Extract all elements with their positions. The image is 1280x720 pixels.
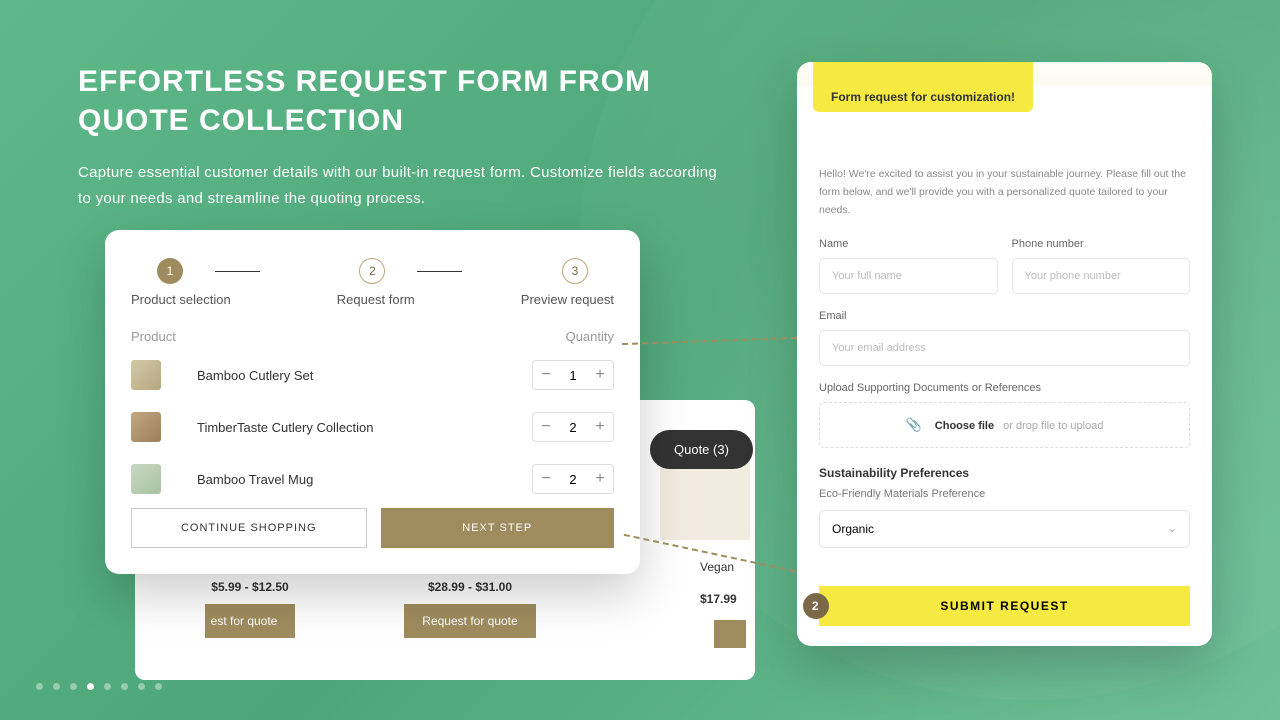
- step-badge: 2: [803, 593, 829, 619]
- product-name: Bamboo Travel Mug: [197, 472, 532, 487]
- name-input[interactable]: [819, 258, 998, 294]
- step-line: [215, 271, 260, 272]
- request-quote-button[interactable]: [714, 620, 746, 648]
- step-3-circle[interactable]: 3: [562, 258, 588, 284]
- carousel-dot[interactable]: [87, 683, 94, 690]
- form-header: Form request for customization!: [797, 62, 1212, 86]
- product-row: Bamboo Cutlery Set − 1 +: [131, 360, 614, 390]
- step-1-label: Product selection: [131, 292, 231, 307]
- qty-decrease-button[interactable]: −: [533, 465, 559, 493]
- select-value: Organic: [832, 522, 874, 536]
- email-field-group: Email: [819, 310, 1190, 366]
- product-thumbnail: [131, 412, 161, 442]
- carousel-dot[interactable]: [70, 683, 77, 690]
- submit-request-button[interactable]: 2 SUBMIT REQUEST: [819, 586, 1190, 626]
- continue-shopping-button[interactable]: CONTINUE SHOPPING: [131, 508, 367, 548]
- qty-increase-button[interactable]: +: [587, 465, 613, 493]
- bg-product-item: $5.99 - $12.50 est for quote: [160, 580, 340, 680]
- col-product: Product: [131, 329, 176, 344]
- materials-select[interactable]: Organic ⌄: [819, 510, 1190, 548]
- email-input[interactable]: [819, 330, 1190, 366]
- carousel-dot[interactable]: [53, 683, 60, 690]
- price-text: $5.99 - $12.50: [160, 580, 340, 594]
- phone-field-group: Phone number: [1012, 238, 1191, 294]
- step-line: [417, 271, 462, 272]
- step-2-label: Request form: [337, 292, 415, 307]
- product-thumbnail: [131, 464, 161, 494]
- drop-hint-text: or drop file to upload: [1003, 420, 1103, 432]
- product-row: TimberTaste Cutlery Collection − 2 +: [131, 412, 614, 442]
- card-actions: CONTINUE SHOPPING NEXT STEP: [131, 508, 614, 548]
- step-2-circle[interactable]: 2: [359, 258, 385, 284]
- phone-input[interactable]: [1012, 258, 1191, 294]
- request-form-panel: Form request for customization! Hello! W…: [797, 62, 1212, 646]
- quantity-stepper: − 1 +: [532, 360, 614, 390]
- product-name: TimberTaste Cutlery Collection: [197, 420, 532, 435]
- product-name: Bamboo Cutlery Set: [197, 368, 532, 383]
- step-3-label: Preview request: [521, 292, 614, 307]
- carousel-dots: [36, 683, 162, 690]
- name-label: Name: [819, 238, 998, 250]
- quantity-stepper: − 2 +: [532, 412, 614, 442]
- qty-decrease-button[interactable]: −: [533, 361, 559, 389]
- choose-file-text: Choose file: [935, 420, 994, 432]
- field-row: Name Phone number: [819, 238, 1190, 294]
- email-label: Email: [819, 310, 1190, 322]
- qty-value: 1: [559, 368, 587, 383]
- product-selection-card: 1 2 3 Product selection Request form Pre…: [105, 230, 640, 574]
- upload-label: Upload Supporting Documents or Reference…: [819, 382, 1190, 394]
- carousel-dot[interactable]: [121, 683, 128, 690]
- qty-increase-button[interactable]: +: [587, 361, 613, 389]
- carousel-dot[interactable]: [36, 683, 43, 690]
- chevron-down-icon: ⌄: [1168, 522, 1177, 535]
- preferences-subheading: Eco-Friendly Materials Preference: [819, 488, 1190, 500]
- bg-product-item: $28.99 - $31.00 Request for quote: [380, 580, 560, 680]
- file-upload-dropzone[interactable]: 📎 Choose file or drop file to upload: [819, 402, 1190, 448]
- product-thumbnail: [131, 360, 161, 390]
- step-1-circle[interactable]: 1: [157, 258, 183, 284]
- product-row: Bamboo Travel Mug − 2 +: [131, 464, 614, 494]
- table-header: Product Quantity: [131, 329, 614, 344]
- qty-decrease-button[interactable]: −: [533, 413, 559, 441]
- carousel-dot[interactable]: [138, 683, 145, 690]
- price-text: $28.99 - $31.00: [380, 580, 560, 594]
- carousel-dot[interactable]: [104, 683, 111, 690]
- price-text: $17.99: [700, 592, 737, 606]
- qty-value: 2: [559, 472, 587, 487]
- col-quantity: Quantity: [566, 329, 614, 344]
- next-step-button[interactable]: NEXT STEP: [381, 508, 615, 548]
- quantity-stepper: − 2 +: [532, 464, 614, 494]
- request-quote-button[interactable]: Request for quote: [404, 604, 535, 638]
- hero-title: EFFORTLESS REQUEST FORM FROM QUOTE COLLE…: [78, 62, 718, 140]
- step-labels: Product selection Request form Preview r…: [131, 292, 614, 307]
- carousel-dot[interactable]: [155, 683, 162, 690]
- phone-label: Phone number: [1012, 238, 1191, 250]
- name-field-group: Name: [819, 238, 998, 294]
- preferences-heading: Sustainability Preferences: [819, 466, 1190, 480]
- form-body: Name Phone number Email Upload Supportin…: [797, 238, 1212, 586]
- quote-count-pill[interactable]: Quote (3): [650, 430, 753, 469]
- submit-label: SUBMIT REQUEST: [940, 599, 1068, 613]
- qty-value: 2: [559, 420, 587, 435]
- request-quote-button[interactable]: est for quote: [205, 604, 296, 638]
- qty-increase-button[interactable]: +: [587, 413, 613, 441]
- wizard-steps: 1 2 3: [131, 258, 614, 284]
- hero-subtitle: Capture essential customer details with …: [78, 160, 728, 211]
- product-label: Vegan: [700, 560, 734, 574]
- form-title-badge: Form request for customization!: [813, 62, 1033, 112]
- paperclip-icon: 📎: [906, 417, 922, 433]
